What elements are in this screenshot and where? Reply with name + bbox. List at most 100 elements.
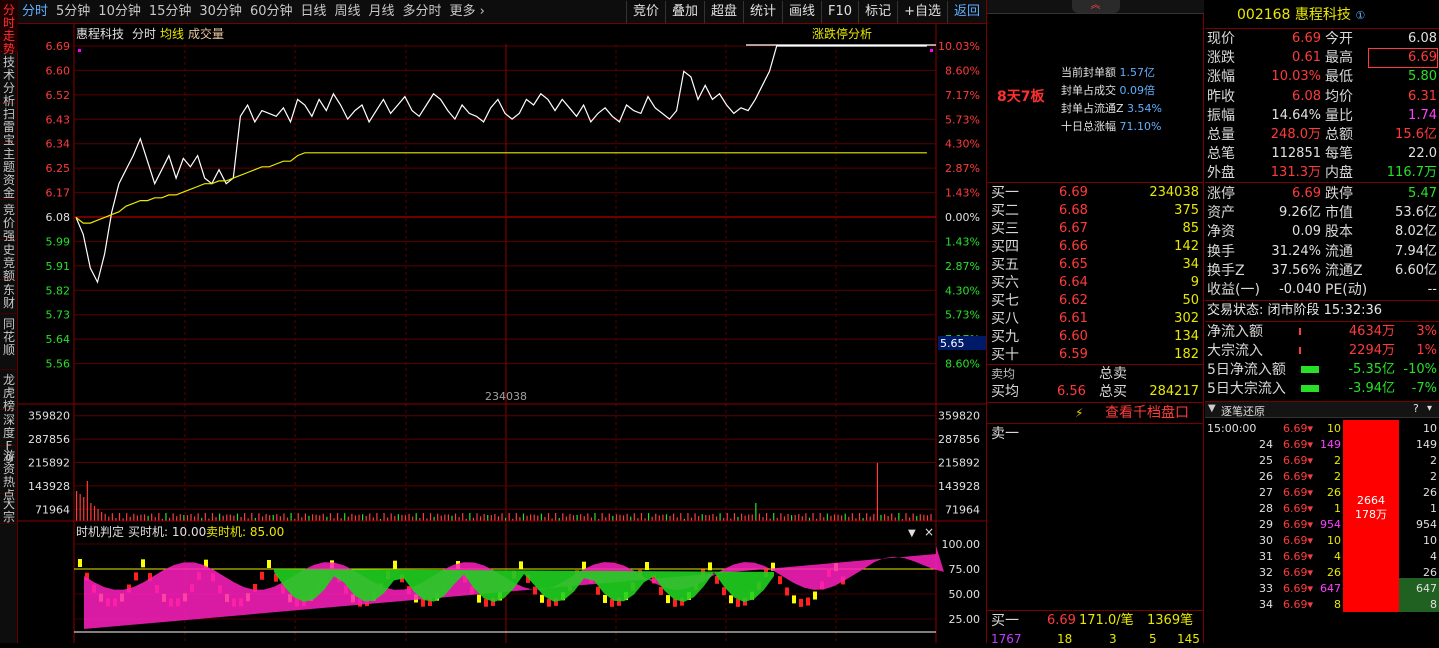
volume-bar [601,513,603,521]
info-icon[interactable]: ① [1355,9,1365,22]
volume-bar [655,513,657,521]
period-tab-5[interactable]: 60分钟 [246,0,297,24]
volume-bar [147,515,149,521]
tool-button-3[interactable]: 统计 [743,0,782,23]
vol-tick-label-right: 215892 [938,457,980,470]
tool-button-6[interactable]: 标记 [858,0,897,23]
period-tab-7[interactable]: 周线 [331,0,365,24]
bid-volume: 85 [1182,221,1199,236]
volume-bar [408,513,410,521]
left-sidebar: 分时走势技术分析扫雷宝主题资金竞价强史竞额东财同花顺龙虎榜深度F9游资热点大宗 [0,0,18,643]
fundamental-label-2: 市值 [1325,205,1353,222]
help-icon[interactable]: ? [1413,402,1419,415]
volume-bar [555,513,557,521]
flow-value: 2294万 [1348,343,1395,358]
flow-label: 5日净流入额 [1207,362,1286,378]
period-tab-1[interactable]: 5分钟 [52,0,94,24]
quote-label: 现价 [1207,31,1235,47]
chevron-down-icon[interactable]: ▼ [1208,403,1216,414]
ind-bar [477,594,481,603]
volume-bar [737,516,739,521]
bid-volume: 50 [1182,293,1199,308]
volume-bar [269,515,271,521]
chevron-up-icon[interactable]: ︽ [1071,0,1120,13]
sidebar-item-8[interactable]: 龙虎榜 [0,370,18,413]
quote-value: 112851 [1271,146,1321,162]
chart-tab-fenshi[interactable]: 分时 [132,27,156,41]
volume-bar [851,513,853,521]
period-tab-3[interactable]: 15分钟 [145,0,196,24]
sidebar-item-7[interactable]: 同花顺 [0,314,18,370]
sidebar-item-9[interactable]: 深度F9 [0,410,18,466]
pct-tick-label: 0.00% [945,211,980,224]
volume-bar [926,515,929,521]
collapse-handle[interactable]: ︽ [987,0,1204,14]
flow-value: 4634万 [1348,324,1395,339]
quote-label-2: 内盘 [1325,165,1353,182]
volume-bar [694,513,696,521]
total-buy-value: 284217 [1149,384,1199,399]
period-tab-2[interactable]: 10分钟 [94,0,145,24]
fundamental-value-2: 5.47 [1408,186,1437,201]
period-tab-6[interactable]: 日线 [296,0,330,24]
ind-bar [533,586,537,595]
sidebar-item-5[interactable]: 史竞额 [0,240,18,283]
sidebar-item-11[interactable]: 大宗 [0,494,18,524]
seal-stat-row: 封单占流通Z 3.54% [1061,100,1162,118]
fundamental-value: 6.69 [1292,186,1321,201]
sidebar-char: 宗 [2,510,15,524]
sidebar-item-6[interactable]: 东财 [0,280,18,314]
ind-close-icon[interactable]: × [924,525,934,539]
volume-bar [347,516,349,521]
vol-tick-label-right: 359820 [938,410,980,423]
intraday-chart[interactable]: 惠程科技 分时 均线 成交量 涨跌停分析 6.69 10.03% 6.60 8.60% 6.52 7… [18,24,986,643]
tool-button-5[interactable]: F10 [821,0,858,23]
volume-bar [680,513,682,521]
tool-button-0[interactable]: 竞价 [625,0,665,23]
period-tab-8[interactable]: 月线 [365,0,399,24]
period-tab-10[interactable]: 更多 › [446,0,489,24]
volume-bar [594,513,596,521]
volume-bar [362,514,364,521]
ind-bar [603,594,607,603]
period-tab-9[interactable]: 多分时 [399,0,446,24]
view-depth-link[interactable]: 查看千档盘口 [1105,404,1189,422]
volume-bar [576,514,578,521]
tool-button-8[interactable]: 返回 [946,0,986,23]
tick-volume: 8 [1334,598,1341,611]
limit-analysis-button[interactable]: 涨跌停分析 [812,26,872,41]
tool-button-4[interactable]: 画线 [782,0,821,23]
tool-button-2[interactable]: 超盘 [703,0,743,23]
volume-bar [104,513,106,521]
seal-stat-row: 封单占成交 0.09倍 [1061,82,1155,100]
tool-button-1[interactable]: 叠加 [664,0,704,23]
pct-tick-label: 1.43% [945,235,980,248]
period-tab-0[interactable]: 分时 [18,0,52,24]
volume-bar [433,516,435,521]
seal-stat-row: 当前封单额 1.57亿 [1061,64,1155,82]
seal-stat-value: 0.09倍 [1119,84,1156,97]
ind-bar [134,572,138,581]
chart-tab-vol[interactable]: 成交量 [188,26,224,41]
sidebar-item-1[interactable]: 技术分析 [0,52,18,108]
quote-value: 0.61 [1292,50,1321,66]
pct-tick-label: 7.17% [945,89,980,102]
period-tab-4[interactable]: 30分钟 [195,0,246,24]
volume-bar [755,503,757,521]
volume-bar [165,513,167,521]
quote-value: 6.08 [1292,88,1321,104]
pin-icon[interactable]: ▾ [1427,403,1432,414]
bottom-buy1-count: 1369笔 [1147,613,1194,628]
sidebar-item-3[interactable]: 主题资金 [0,144,18,200]
sidebar-item-2[interactable]: 扫雷宝 [0,104,18,147]
bid-level-label: 买二 [991,203,1019,219]
quote-label-2: 最低 [1325,69,1353,86]
sidebar-item-0[interactable]: 分时走势 [0,0,18,56]
tick-title: 逐笔还原 [1221,405,1265,418]
tool-button-7[interactable]: +自选 [897,0,947,23]
sidebar-item-10[interactable]: 游资热点 [0,446,18,502]
ind-menu-icon[interactable]: ▼ [908,528,916,539]
sidebar-item-4[interactable]: 竞价强 [0,200,18,243]
chart-tab-avg[interactable]: 均线 [160,27,184,41]
chart-stock-name: 惠程科技 [76,26,124,41]
